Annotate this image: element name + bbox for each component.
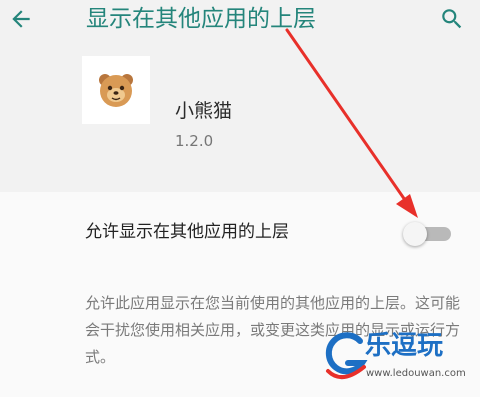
watermark-title: 乐逗玩 — [365, 331, 444, 361]
watermark-logo-icon — [325, 332, 368, 379]
watermark-url: www.ledouwan.com — [366, 368, 466, 379]
watermark: 乐逗玩 www.ledouwan.com — [320, 325, 480, 397]
